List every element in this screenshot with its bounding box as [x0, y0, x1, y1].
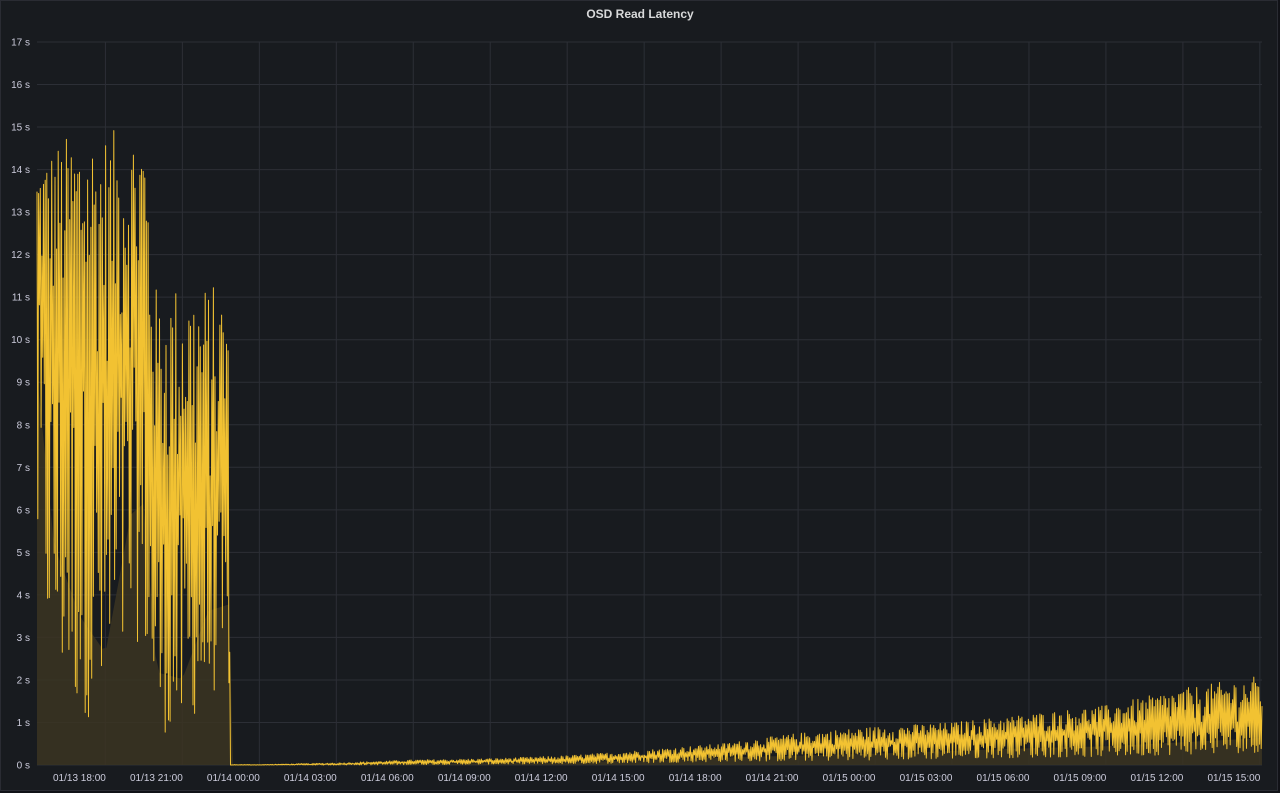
y-tick-label: 14 s	[11, 165, 30, 176]
y-tick-label: 12 s	[11, 250, 30, 261]
x-tick-label: 01/14 09:00	[438, 773, 491, 784]
y-tick-label: 10 s	[11, 335, 30, 346]
x-tick-label: 01/15 06:00	[977, 773, 1030, 784]
x-tick-label: 01/14 03:00	[284, 773, 337, 784]
x-tick-label: 01/14 21:00	[746, 773, 799, 784]
y-tick-label: 15 s	[11, 123, 30, 134]
x-tick-label: 01/15 03:00	[900, 773, 953, 784]
x-tick-label: 01/14 18:00	[669, 773, 722, 784]
x-tick-label: 01/15 09:00	[1054, 773, 1107, 784]
y-tick-label: 11 s	[12, 293, 30, 304]
y-tick-label: 2 s	[17, 675, 30, 686]
x-tick-label: 01/14 00:00	[207, 773, 260, 784]
x-axis: 01/13 18:00 01/13 21:00 01/14 00:00 01/14 0…	[53, 773, 1261, 784]
x-tick-label: 01/13 18:00	[53, 773, 106, 784]
y-tick-label: 16 s	[11, 80, 30, 91]
y-tick-label: 5 s	[17, 548, 30, 559]
x-tick-label: 01/15 12:00	[1130, 773, 1183, 784]
y-tick-label: 1 s	[17, 718, 30, 729]
y-tick-label: 9 s	[17, 378, 30, 389]
y-tick-label: 0 s	[17, 761, 30, 772]
y-tick-label: 17 s	[11, 38, 30, 49]
y-tick-label: 8 s	[17, 420, 30, 431]
x-tick-label: 01/15 00:00	[823, 773, 876, 784]
x-tick-label: 01/14 15:00	[592, 773, 645, 784]
latency-chart[interactable]: 0 s 1 s 2 s 3 s 4 s 5 s 6 s 7 s 8 s 9 s 10 s 11 s 12…	[0, 0, 1280, 793]
y-tick-label: 13 s	[11, 208, 30, 219]
y-tick-label: 6 s	[17, 505, 30, 516]
x-tick-label: 01/14 12:00	[515, 773, 568, 784]
y-tick-label: 7 s	[17, 463, 30, 474]
y-tick-label: 3 s	[17, 633, 30, 644]
y-tick-label: 4 s	[17, 590, 30, 601]
x-tick-label: 01/14 06:00	[361, 773, 414, 784]
y-axis: 0 s 1 s 2 s 3 s 4 s 5 s 6 s 7 s 8 s 9 s 10 s 11 s 12…	[11, 38, 30, 772]
x-tick-label: 01/15 15:00	[1207, 773, 1260, 784]
x-tick-label: 01/13 21:00	[130, 773, 183, 784]
